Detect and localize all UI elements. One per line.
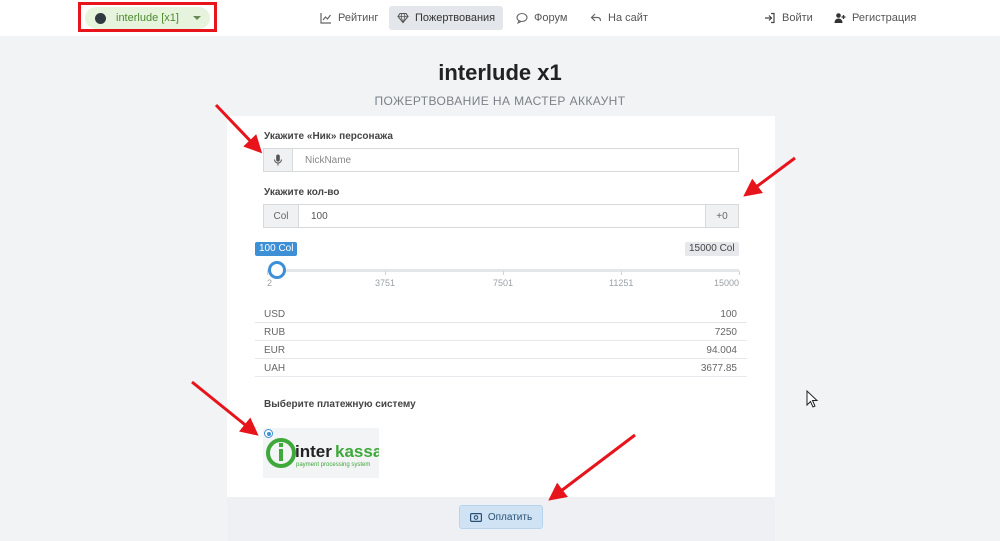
- amount-input-group: Col 100 +0: [263, 204, 739, 228]
- chart-icon: [320, 13, 331, 24]
- login-label: Войти: [782, 12, 813, 24]
- page-subtitle: ПОЖЕРТВОВАНИЕ НА МАСТЕР АККАУНТ: [374, 94, 626, 108]
- money-icon: [469, 512, 482, 522]
- rate-currency: RUB: [264, 327, 286, 338]
- nick-label: Укажите «Ник» персонажа: [264, 131, 393, 142]
- register-label: Регистрация: [852, 12, 917, 24]
- pay-button-label: Оплатить: [487, 511, 533, 523]
- slider-tick-mark: [385, 271, 386, 275]
- nav-rating[interactable]: Рейтинг: [312, 6, 386, 30]
- slider-handle[interactable]: [268, 261, 287, 279]
- microphone-icon: [263, 148, 293, 172]
- annotation-highlight-box: [78, 2, 217, 32]
- chat-icon: [516, 12, 528, 24]
- amount-prefix: Col: [263, 204, 299, 228]
- rate-value: 7250: [714, 327, 737, 338]
- sign-in-icon: [765, 12, 775, 24]
- rate-currency: EUR: [264, 345, 286, 356]
- rate-value: 100: [720, 309, 737, 320]
- pay-button[interactable]: Оплатить: [459, 505, 543, 529]
- register-link[interactable]: Регистрация: [826, 6, 924, 30]
- interkassa-name-b: kassa: [335, 442, 379, 461]
- slider-tick-label: 3751: [375, 278, 396, 288]
- mouse-cursor-icon: [806, 389, 819, 408]
- amount-input[interactable]: 100: [298, 204, 706, 228]
- nav-donations[interactable]: Пожертвования: [389, 6, 504, 30]
- slider-tick-mark: [503, 271, 504, 275]
- nav-donations-label: Пожертвования: [415, 12, 496, 24]
- slider-tick-mark: [621, 271, 622, 275]
- rate-row: USD 100: [255, 306, 747, 323]
- slider-max-bubble: 15000 Col: [685, 242, 739, 256]
- nick-input-group: NickName: [263, 148, 739, 172]
- payment-radio-interkassa[interactable]: [264, 429, 273, 438]
- rate-row: EUR 94.004: [255, 342, 747, 359]
- nav-to-site[interactable]: На сайт: [582, 6, 656, 30]
- rate-currency: UAH: [264, 363, 286, 374]
- page-title: interlude x1: [438, 60, 562, 85]
- donation-card: Укажите «Ник» персонажа NickName Укажите…: [227, 116, 775, 541]
- slider-tick-label: 7501: [493, 278, 514, 288]
- interkassa-tagline: payment processing system: [296, 462, 370, 468]
- amount-label: Укажите кол-во: [264, 187, 340, 198]
- rate-row: RUB 7250: [255, 324, 747, 341]
- back-arrow-icon: [590, 13, 602, 22]
- slider-value-bubble: 100 Col: [255, 242, 298, 256]
- slider-tick-mark: [267, 271, 268, 275]
- rate-row: UAH 3677.85: [255, 360, 747, 377]
- diamond-icon: [397, 12, 409, 24]
- rate-value: 94.004: [706, 345, 737, 356]
- nav-rating-label: Рейтинг: [338, 12, 379, 24]
- interkassa-name-a: inter: [295, 442, 332, 461]
- slider-tick-label: 15000: [714, 278, 740, 288]
- rate-currency: USD: [264, 309, 286, 320]
- slider-tick-mark: [739, 271, 740, 275]
- slider-tick-label: 2: [267, 278, 273, 288]
- nick-input[interactable]: NickName: [292, 148, 739, 172]
- nav-forum[interactable]: Форум: [508, 6, 575, 30]
- interkassa-option[interactable]: inter kassa payment processing system: [263, 428, 383, 478]
- add-user-icon: [834, 13, 846, 23]
- slider-tick-label: 11251: [609, 278, 634, 288]
- login-link[interactable]: Войти: [756, 6, 821, 30]
- nav-forum-label: Форум: [534, 12, 568, 24]
- nav-to-site-label: На сайт: [608, 12, 648, 24]
- payment-label: Выберите платежную систему: [264, 399, 416, 410]
- rate-value: 3677.85: [700, 363, 737, 374]
- amount-suffix: +0: [705, 204, 739, 228]
- interkassa-logo: inter kassa payment processing system: [266, 438, 383, 468]
